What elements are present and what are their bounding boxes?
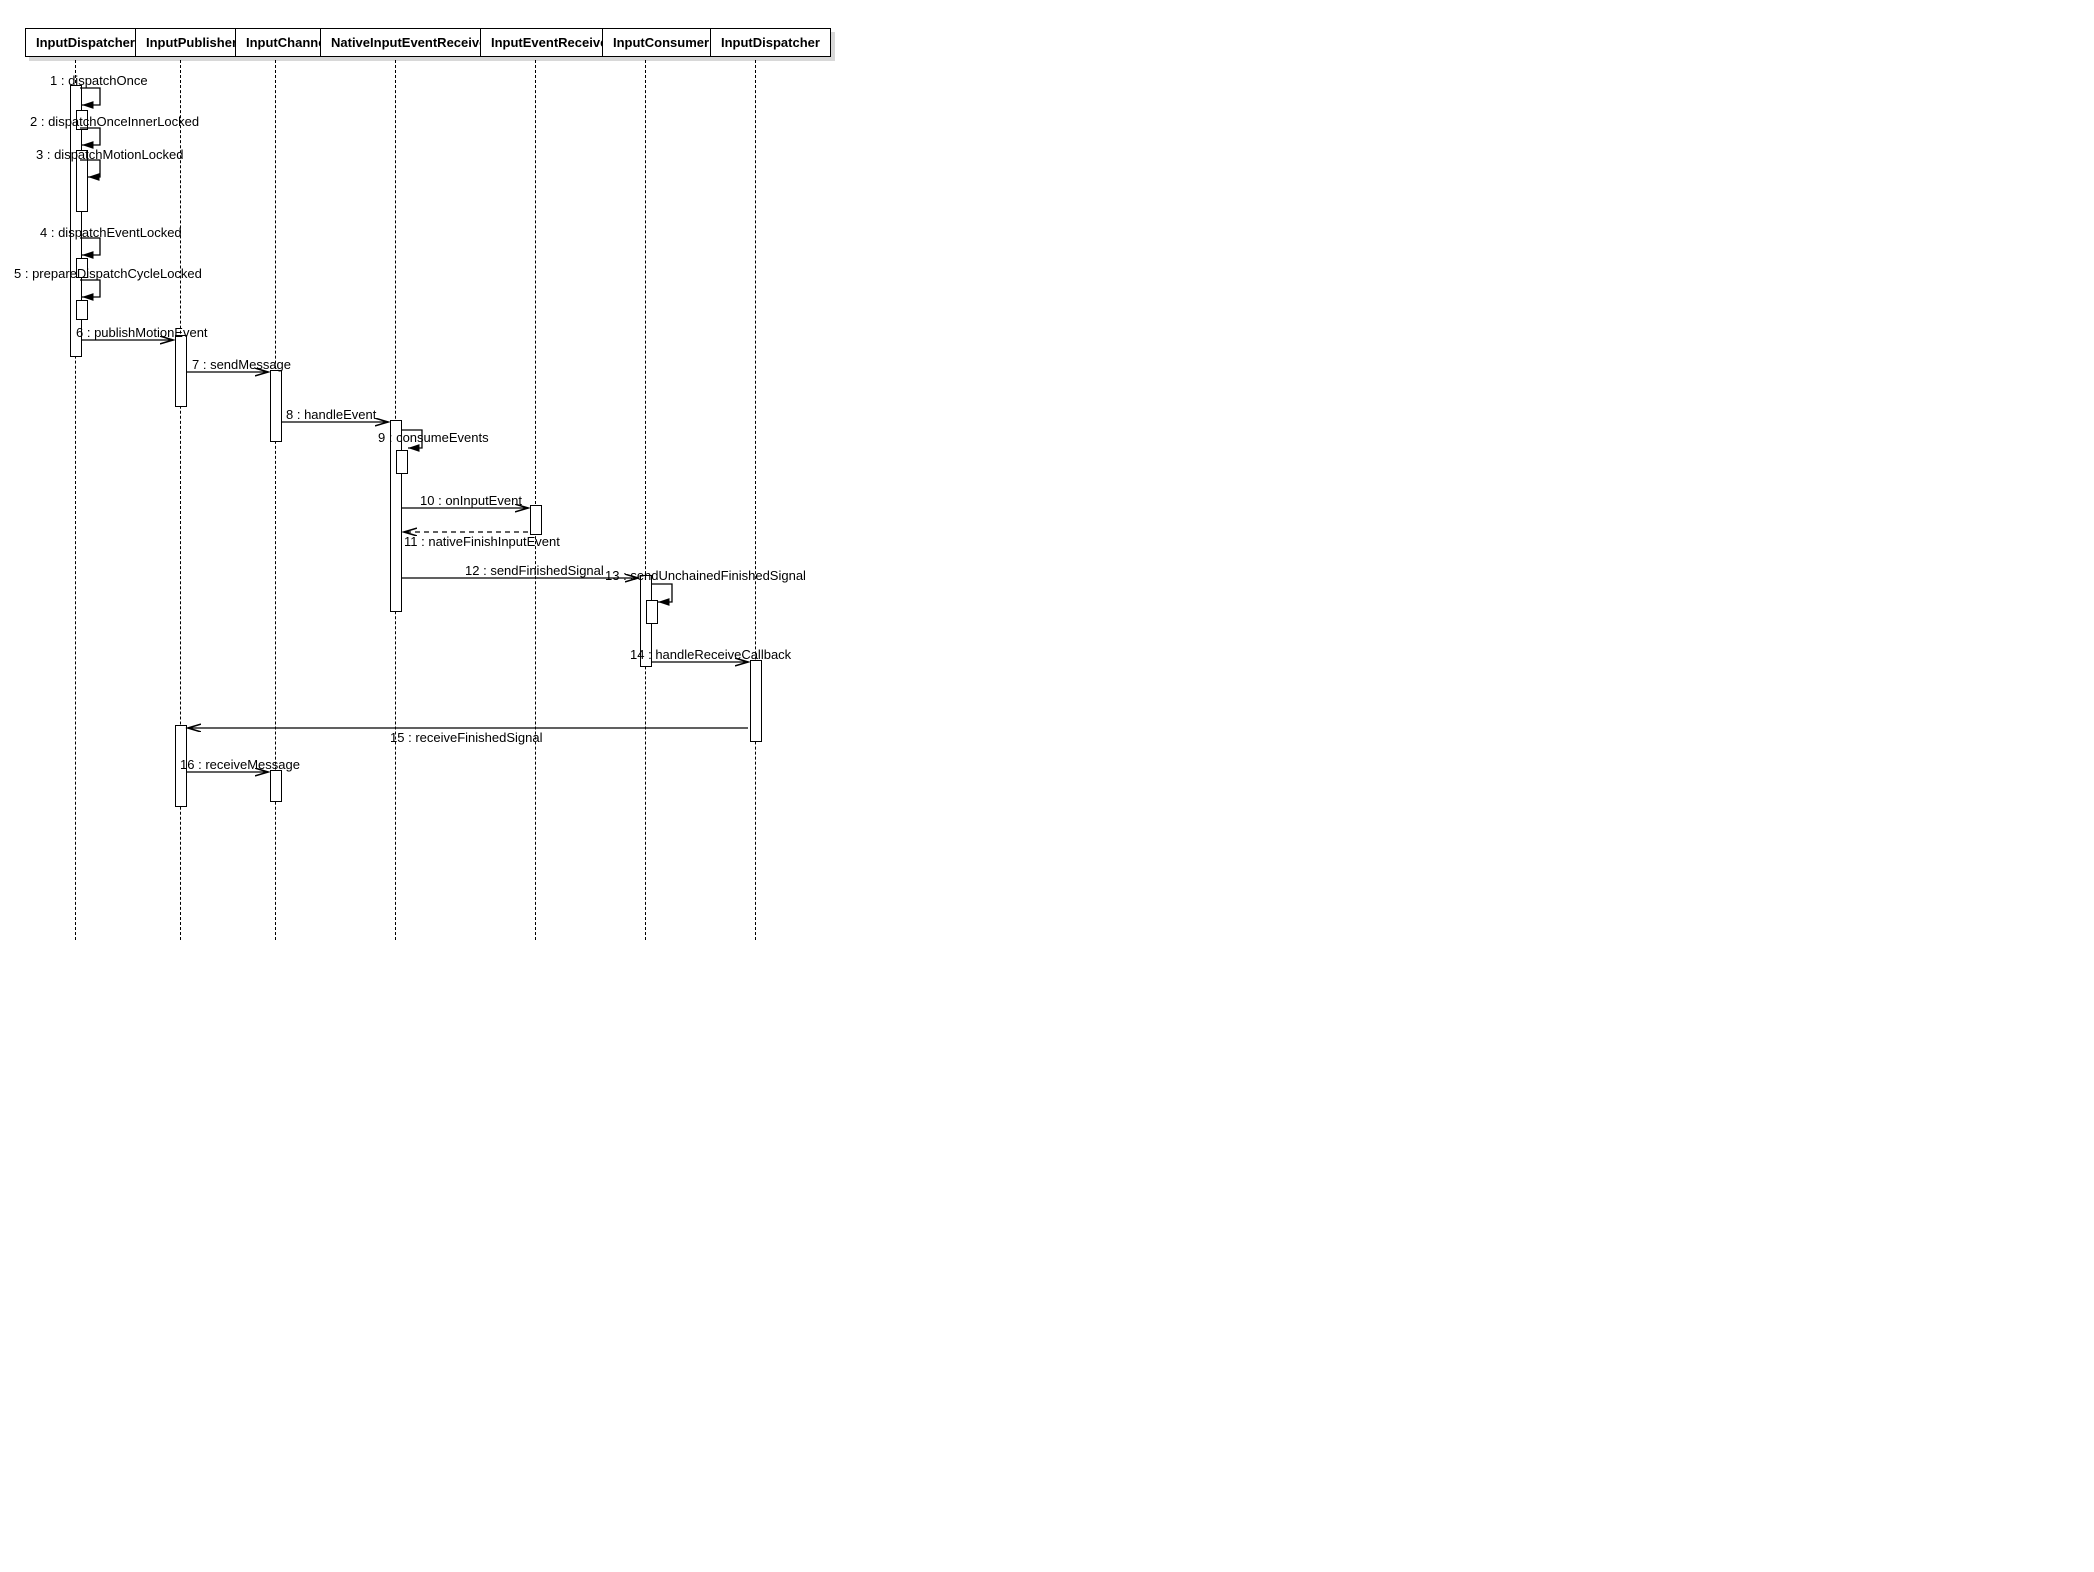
- message-label: 5 : prepareDispatchCycleLocked: [14, 266, 202, 281]
- message-label: 12 : sendFinishedSignal: [465, 563, 604, 578]
- message-label: 7 : sendMessage: [192, 357, 291, 372]
- message-label: 16 : receiveMessage: [180, 757, 300, 772]
- message-label: 13 : sendUnchainedFinishedSignal: [605, 568, 806, 583]
- message-label: 6 : publishMotionEvent: [76, 325, 208, 340]
- message-label: 14 : handleReceiveCallback: [630, 647, 791, 662]
- message-label: 11 : nativeFinishInputEvent: [404, 534, 560, 549]
- message-label: 4 : dispatchEventLocked: [40, 225, 182, 240]
- message-label: 10 : onInputEvent: [420, 493, 522, 508]
- message-label: 3 : dispatchMotionLocked: [36, 147, 183, 162]
- message-label: 2 : dispatchOnceInnerLocked: [30, 114, 199, 129]
- message-label: 1 : dispatchOnce: [50, 73, 148, 88]
- sequence-diagram: InputDispatcher InputPublisher InputChan…: [10, 10, 1270, 950]
- message-label: 15 : receiveFinishedSignal: [390, 730, 543, 745]
- message-label: 9 : consumeEvents: [378, 430, 489, 445]
- arrows-layer: [10, 10, 1270, 950]
- message-label: 8 : handleEvent: [286, 407, 376, 422]
